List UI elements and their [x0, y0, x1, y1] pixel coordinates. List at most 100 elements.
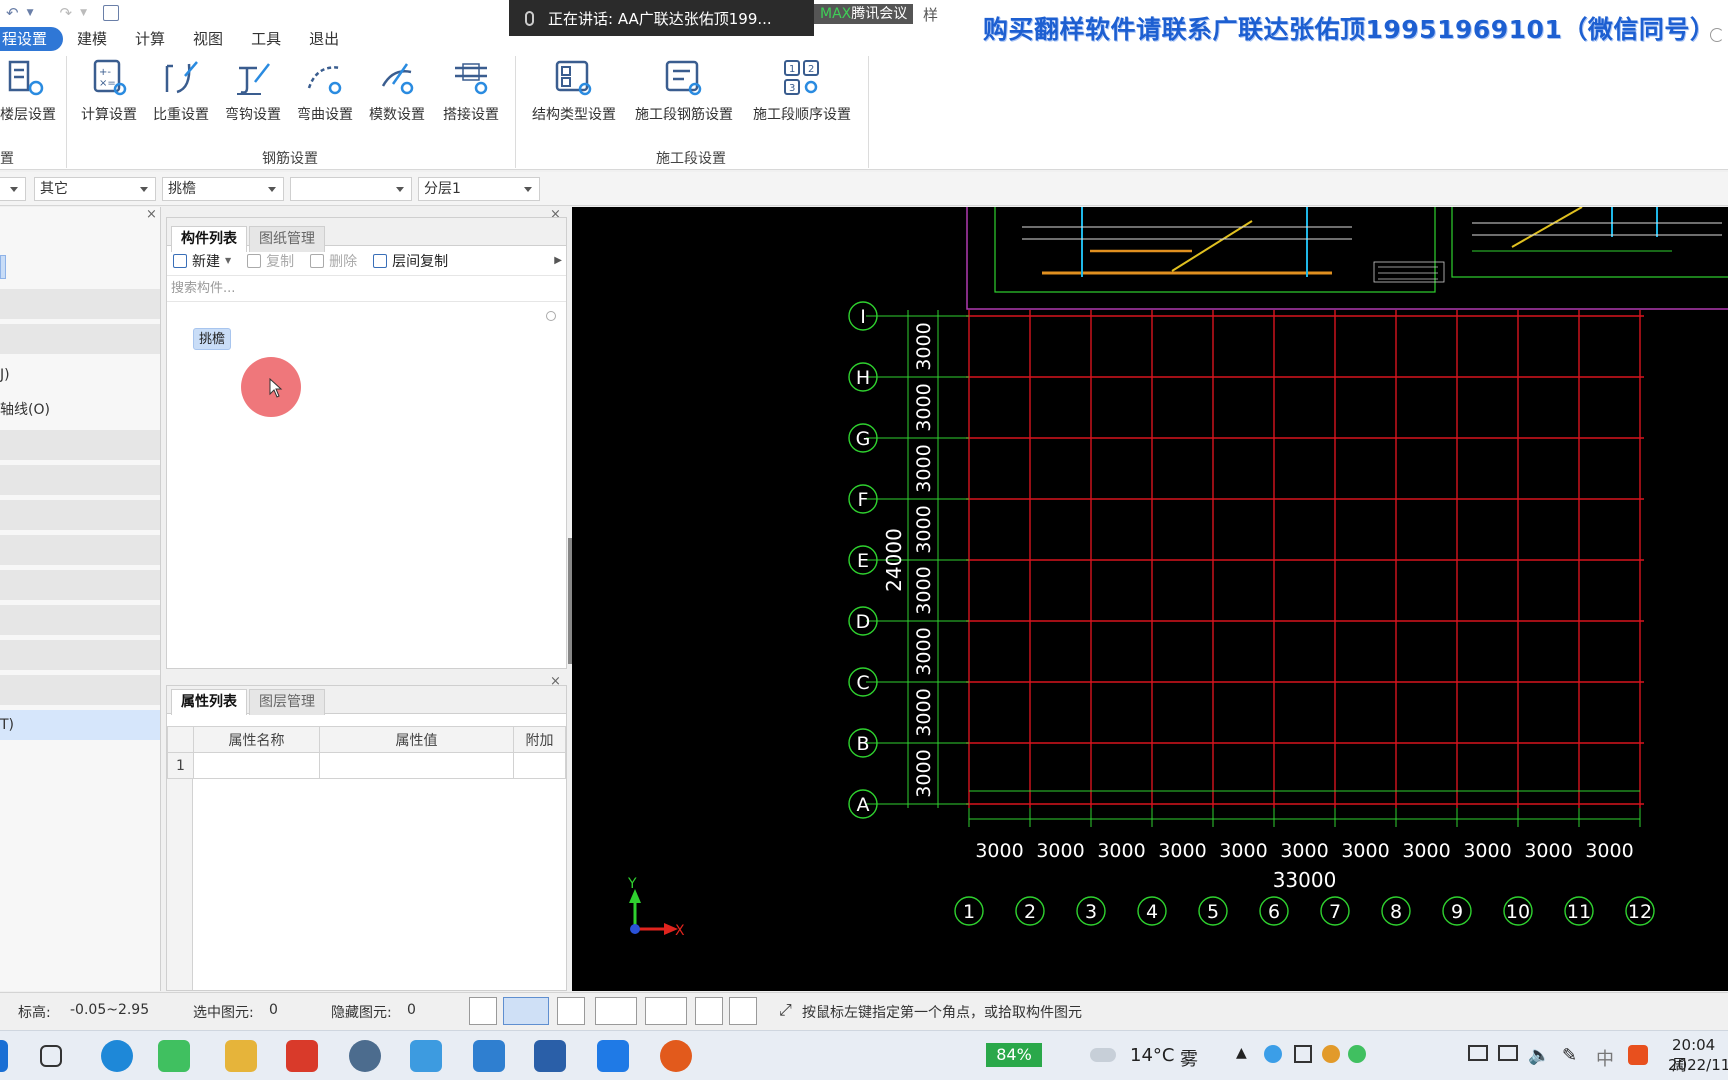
density-settings-button[interactable]: 比重设置: [148, 56, 214, 132]
menu-tab-tools[interactable]: 工具: [237, 27, 295, 51]
floor-settings-button[interactable]: 楼层设置: [0, 56, 56, 132]
axis-label-column: 12: [1628, 901, 1652, 923]
ortho-toggle-icon[interactable]: [469, 997, 497, 1025]
tab-drawing-management[interactable]: 图纸管理: [249, 226, 325, 252]
filter-select-layer[interactable]: 分层1: [418, 177, 540, 201]
tab-layer-management[interactable]: 图层管理: [249, 689, 325, 715]
cross-select-icon[interactable]: [557, 997, 585, 1025]
nav-band[interactable]: [0, 430, 160, 460]
start-icon[interactable]: [0, 1040, 8, 1072]
tray-app-icon[interactable]: [1294, 1045, 1312, 1063]
nav-band[interactable]: [0, 640, 160, 670]
delete-button[interactable]: 删除: [310, 251, 357, 271]
bend-settings-button[interactable]: 弯曲设置: [292, 56, 358, 132]
copy-button[interactable]: 复制: [247, 251, 294, 271]
nav-band[interactable]: [0, 289, 160, 319]
volume-icon[interactable]: 🔈: [1528, 1045, 1550, 1066]
more-icon[interactable]: ▶: [554, 255, 562, 266]
undo-icon[interactable]: ↶: [6, 4, 19, 22]
redo-icon[interactable]: ↷: [60, 4, 73, 22]
edge-browser-icon[interactable]: [101, 1040, 133, 1072]
filter-select-partial[interactable]: [0, 177, 26, 201]
row-value-cell[interactable]: [319, 752, 514, 779]
export-icon[interactable]: [103, 5, 119, 21]
angle-snap-icon[interactable]: [595, 997, 637, 1025]
structure-type-settings-button[interactable]: 结构类型设置: [526, 56, 622, 132]
wechat-icon[interactable]: [158, 1040, 190, 1072]
glodon-icon-1[interactable]: [410, 1040, 442, 1072]
chevron-down-icon[interactable]: ▼: [27, 8, 34, 18]
nav-band[interactable]: [0, 605, 160, 635]
menu-tab-calculate[interactable]: 计算: [121, 27, 179, 51]
ime-indicator[interactable]: 中: [1596, 1045, 1614, 1071]
table-row[interactable]: 1: [167, 752, 566, 779]
tab-component-list[interactable]: 构件列表: [171, 226, 247, 252]
chevron-up-icon[interactable]: ▲: [1236, 1045, 1247, 1061]
calc-settings-button[interactable]: +- ×= 计算设置: [76, 56, 142, 132]
nav-band[interactable]: [0, 535, 160, 565]
hook-settings-button[interactable]: 弯钩设置: [220, 56, 286, 132]
task-view-icon[interactable]: [40, 1045, 62, 1067]
cad-icon[interactable]: [534, 1040, 566, 1072]
close-icon[interactable]: ×: [146, 207, 157, 222]
drawing-canvas[interactable]: I 3000 H 3000 G 3000 F 3000 E 3000 D 3000 C 3000 B 3000…: [572, 196, 1728, 991]
floor-copy-button[interactable]: 层间复制: [373, 251, 448, 271]
wps-icon[interactable]: [286, 1040, 318, 1072]
axis-label-column: 6: [1268, 901, 1280, 923]
menu-tab-view[interactable]: 视图: [179, 27, 237, 51]
new-button[interactable]: 新建 ▼: [173, 251, 231, 271]
mouse-cursor-icon: [269, 378, 283, 398]
component-item-eave[interactable]: 挑檐: [193, 328, 232, 350]
nav-band[interactable]: [0, 324, 160, 354]
dimension-snap-icon[interactable]: [645, 997, 687, 1025]
wechat-tray-icon[interactable]: [1348, 1045, 1366, 1063]
modulus-settings-button[interactable]: 模数设置: [364, 56, 430, 132]
dimension-label: 3000: [1402, 840, 1450, 862]
lap-settings-button[interactable]: 搭接设置: [436, 56, 506, 132]
refresh-icon[interactable]: [1710, 28, 1724, 42]
filter-select-component-type[interactable]: 挑檐: [162, 177, 284, 201]
cloud-icon[interactable]: [1264, 1045, 1282, 1063]
tab-property-list[interactable]: 属性列表: [171, 689, 247, 715]
arc-tool-icon[interactable]: [729, 997, 757, 1025]
row-extra-cell[interactable]: [513, 752, 566, 779]
row-name-cell[interactable]: [193, 752, 320, 779]
tencent-meeting-icon[interactable]: [597, 1040, 629, 1072]
cad-drawing[interactable]: I 3000 H 3000 G 3000 F 3000 E 3000 D 3000 C 3000 B 3000…: [572, 196, 1728, 991]
axis-label-row: D: [856, 611, 871, 633]
display-toggle-icon[interactable]: [695, 997, 723, 1025]
pen-icon[interactable]: ✎: [1562, 1045, 1577, 1066]
property-index-column: [167, 779, 193, 990]
nav-search-chip[interactable]: [0, 255, 6, 279]
glodon-icon-2[interactable]: [473, 1040, 505, 1072]
tray-app-icon-2[interactable]: [1322, 1045, 1340, 1063]
filter-select-category[interactable]: 其它: [34, 177, 156, 201]
component-search-input[interactable]: 搜索构件...: [167, 276, 566, 302]
filter-select-component[interactable]: [290, 177, 412, 201]
nav-band[interactable]: [0, 675, 160, 705]
nav-band[interactable]: [0, 465, 160, 495]
menu-tab-modeling[interactable]: 建模: [63, 27, 121, 51]
search-icon[interactable]: [546, 311, 556, 321]
nav-band[interactable]: [0, 570, 160, 600]
battery-tray-icon[interactable]: [1498, 1045, 1518, 1061]
wps-tray-icon[interactable]: [1628, 1045, 1648, 1065]
menu-tab-project-settings[interactable]: 程设置: [0, 27, 64, 51]
nav-item-t-selected[interactable]: T): [0, 710, 160, 740]
network-icon[interactable]: [1468, 1045, 1488, 1061]
clock-date[interactable]: 2022/11: [1668, 1056, 1728, 1074]
app-icon-2[interactable]: [660, 1040, 692, 1072]
chevron-down-icon[interactable]: ▼: [80, 8, 87, 18]
nav-item-axis[interactable]: 轴线(O): [0, 395, 160, 425]
selection-box-icon[interactable]: [503, 997, 549, 1025]
axis-label-column: 8: [1390, 901, 1402, 923]
menu-tab-exit[interactable]: 退出: [295, 27, 353, 51]
nav-item-j[interactable]: J): [0, 360, 160, 390]
segment-order-settings-button[interactable]: 1 2 3 施工段顺序设置: [746, 56, 858, 132]
nav-band[interactable]: [0, 500, 160, 530]
dimension-label: 3000: [913, 749, 935, 797]
file-explorer-icon[interactable]: [225, 1040, 257, 1072]
app-icon-1[interactable]: [349, 1040, 381, 1072]
segment-rebar-settings-button[interactable]: 施工段钢筋设置: [628, 56, 740, 132]
floor-copy-label: 层间复制: [392, 253, 449, 270]
